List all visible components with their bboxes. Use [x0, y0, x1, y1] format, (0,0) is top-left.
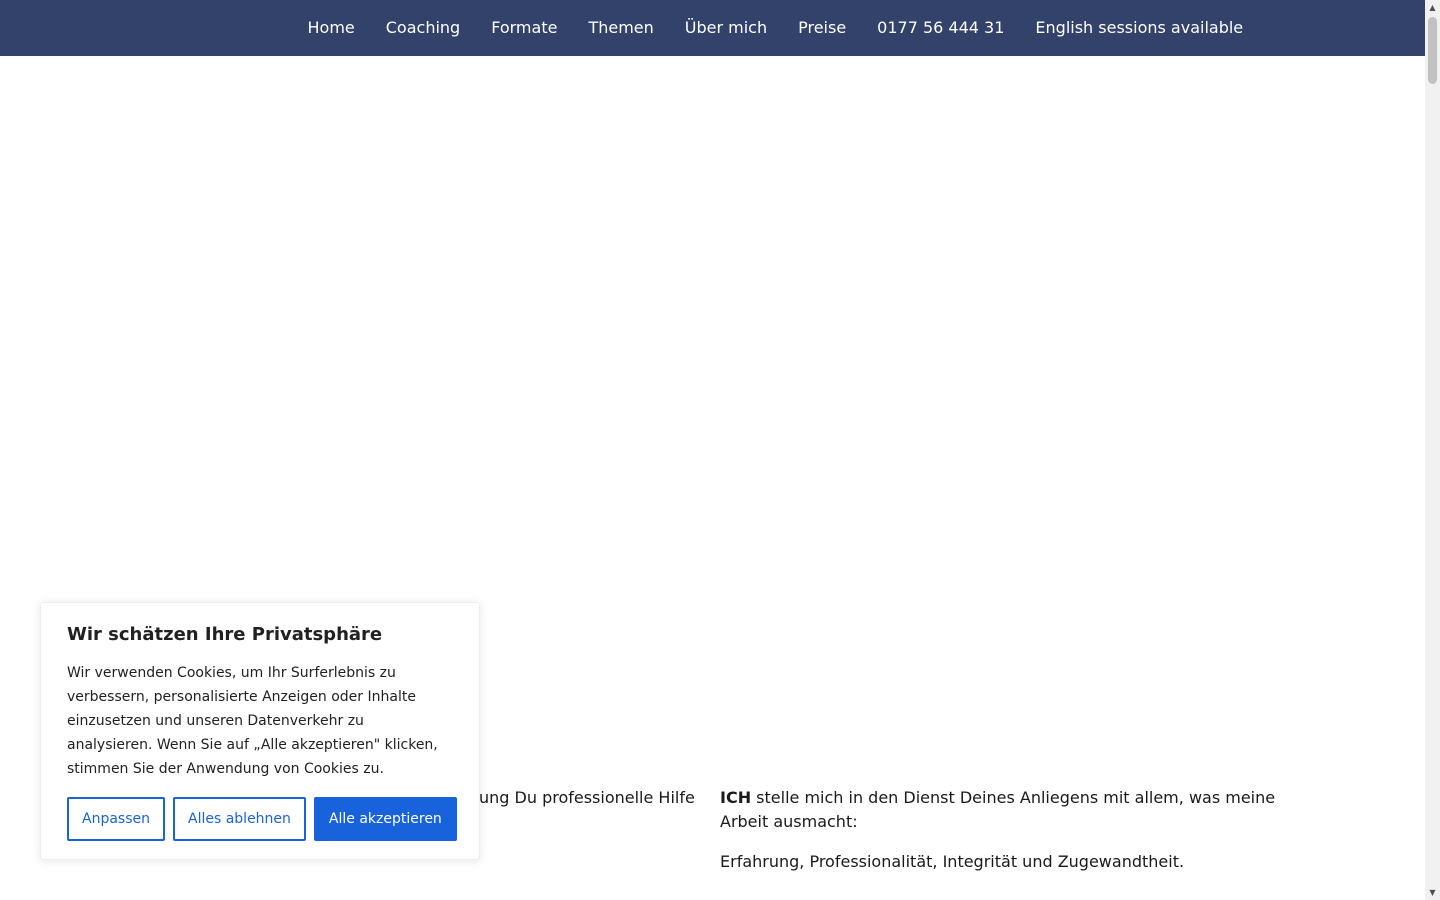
nav-item-home[interactable]: Home	[292, 18, 370, 37]
intro-paragraph-1: ICH stelle mich in den Dienst Deines Anl…	[720, 786, 1320, 834]
cookie-title: Wir schätzen Ihre Privatsphäre	[67, 624, 383, 645]
nav-menu: Home Coaching Formate Themen Über mich P…	[292, 0, 1259, 56]
main-navbar: Home Coaching Formate Themen Über mich P…	[0, 0, 1425, 56]
reject-all-button[interactable]: Alles ablehnen	[173, 797, 306, 841]
scrollbar-thumb[interactable]	[1428, 17, 1437, 84]
nav-item-english[interactable]: English sessions available	[1020, 18, 1259, 37]
chevron-down-icon[interactable]: ▼	[1425, 885, 1440, 900]
nav-item-themen[interactable]: Themen	[573, 18, 669, 37]
nav-item-coaching[interactable]: Coaching	[370, 18, 475, 37]
cookie-consent-banner: Wir schätzen Ihre Privatsphäre Wir verwe…	[40, 602, 480, 860]
intro-text-right: ICH stelle mich in den Dienst Deines Anl…	[720, 786, 1320, 890]
nav-item-preise[interactable]: Preise	[783, 18, 862, 37]
nav-item-phone[interactable]: 0177 56 444 31	[862, 18, 1020, 37]
vertical-scrollbar[interactable]: ▲ ▼	[1425, 0, 1440, 900]
cookie-description: Wir verwenden Cookies, um Ihr Surferlebn…	[67, 665, 438, 777]
chevron-up-icon[interactable]: ▲	[1425, 0, 1440, 15]
intro-paragraph-1-text: stelle mich in den Dienst Deines Anliege…	[720, 788, 1276, 831]
customize-button[interactable]: Anpassen	[67, 797, 165, 841]
accept-all-button[interactable]: Alle akzeptieren	[313, 797, 457, 841]
intro-text-left-line: ung Du professionelle Hilfe	[479, 788, 695, 807]
intro-paragraph-2: Erfahrung, Professionalität, Integrität …	[720, 852, 1185, 871]
nav-item-about[interactable]: Über mich	[669, 18, 782, 37]
intro-emphasis: ICH	[720, 788, 752, 807]
nav-item-formate[interactable]: Formate	[476, 18, 573, 37]
page: Home Coaching Formate Themen Über mich P…	[0, 0, 1425, 900]
cookie-button-group: Anpassen Alles ablehnen Alle akzeptieren	[67, 797, 457, 841]
intro-text-left: ung Du professionelle Hilfe	[479, 786, 699, 810]
